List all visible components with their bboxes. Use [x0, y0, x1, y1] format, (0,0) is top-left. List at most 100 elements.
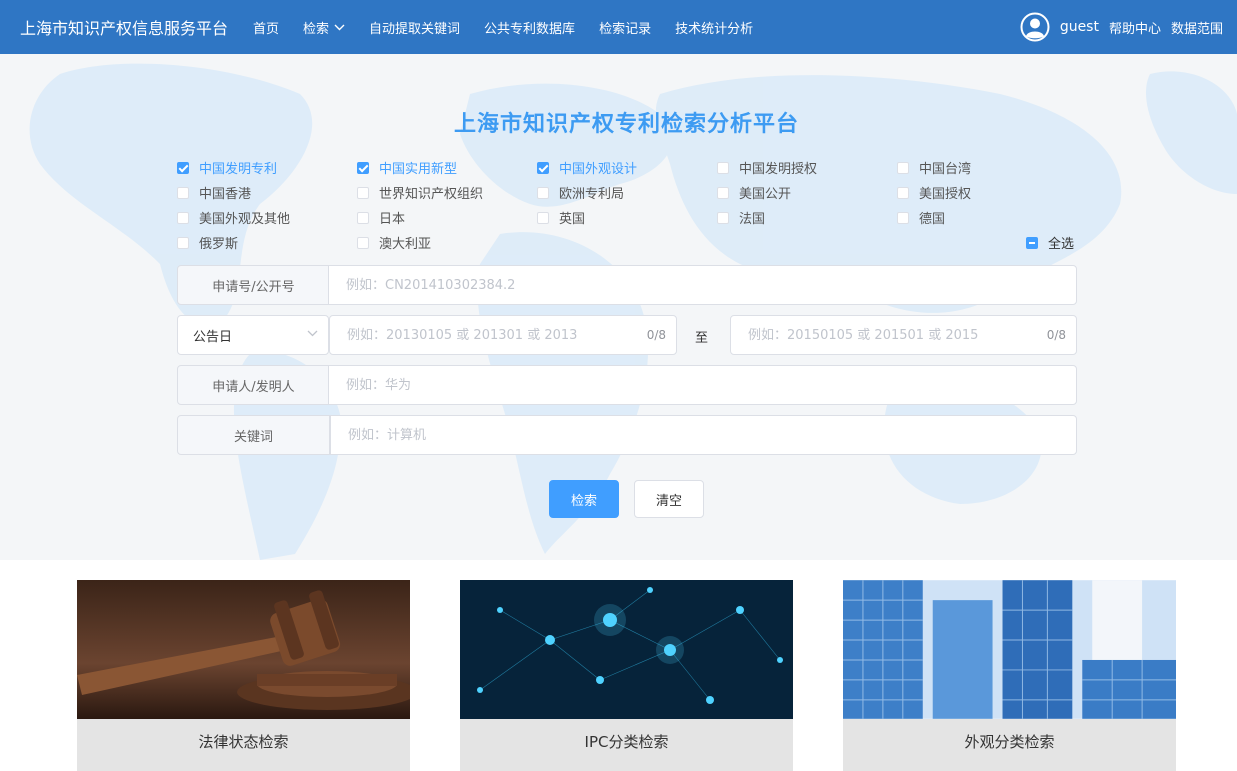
keyword-field[interactable] — [330, 415, 1077, 455]
checkbox-label: 澳大利亚 — [379, 237, 432, 252]
checkbox-box[interactable] — [1026, 236, 1038, 249]
checkbox-label: 德国 — [919, 212, 946, 227]
card-legal-status-search[interactable]: 法律状态检索 — [77, 580, 410, 771]
checkbox-us-publication[interactable]: 美国公开 — [717, 183, 791, 202]
checkbox-box[interactable] — [357, 211, 369, 224]
checkbox-label: 中国发明专利 — [199, 162, 278, 177]
nav-auto-keywords[interactable]: 自动提取关键词 — [369, 18, 460, 37]
checkbox-cn-invention-grant[interactable]: 中国发明授权 — [717, 158, 817, 177]
checkbox-label: 美国公开 — [739, 187, 792, 202]
chevron-down-icon — [334, 24, 345, 30]
checkbox-cn-design[interactable]: 中国外观设计 — [537, 158, 637, 177]
applicant-row: 申请人/发明人 — [177, 365, 1077, 405]
nav-tech-statistics[interactable]: 技术统计分析 — [675, 18, 753, 37]
network-image — [460, 580, 793, 719]
checkbox-label: 中国发明授权 — [739, 162, 818, 177]
checkbox-label: 中国实用新型 — [379, 162, 458, 177]
app-number-field[interactable] — [328, 265, 1077, 305]
main-nav: 首页 检索 自动提取关键词 公共专利数据库 检索记录 技术统计分析 — [253, 0, 777, 54]
top-navbar: 上海市知识产权信息服务平台 首页 检索 自动提取关键词 公共专利数据库 检索记录… — [0, 0, 1237, 54]
checkbox-label: 法国 — [739, 212, 766, 227]
checkbox-wipo[interactable]: 世界知识产权组织 — [357, 183, 483, 202]
brand-title[interactable]: 上海市知识产权信息服务平台 — [20, 15, 228, 39]
card-caption: 法律状态检索 — [77, 719, 410, 771]
checkbox-germany[interactable]: 德国 — [897, 208, 945, 227]
nav-tech-statistics-label: 技术统计分析 — [675, 21, 754, 37]
search-button[interactable]: 检索 — [549, 480, 619, 518]
select-all-label: 全选 — [1048, 237, 1075, 252]
applicant-field[interactable] — [328, 365, 1077, 405]
date-type-select[interactable]: 公告日 — [177, 315, 329, 355]
buildings-image — [843, 580, 1176, 719]
checkbox-box[interactable] — [537, 161, 549, 174]
chevron-down-icon — [307, 330, 318, 337]
checkbox-us-design-other[interactable]: 美国外观及其他 — [177, 208, 290, 227]
checkbox-epo[interactable]: 欧洲专利局 — [537, 183, 624, 202]
nav-home-label: 首页 — [253, 21, 280, 37]
checkbox-box[interactable] — [717, 211, 729, 224]
nav-public-patent-db[interactable]: 公共专利数据库 — [484, 18, 575, 37]
checkbox-cn-invention[interactable]: 中国发明专利 — [177, 158, 277, 177]
app-number-input[interactable] — [344, 276, 1076, 294]
nav-search[interactable]: 检索 — [303, 18, 345, 37]
checkbox-box[interactable] — [357, 161, 369, 174]
checkbox-box[interactable] — [357, 236, 369, 249]
data-scope-link[interactable]: 数据范围 — [1171, 18, 1223, 37]
checkbox-box[interactable] — [897, 186, 909, 199]
nav-auto-keywords-label: 自动提取关键词 — [369, 21, 461, 37]
checkbox-label: 美国外观及其他 — [199, 212, 291, 227]
checkbox-box[interactable] — [537, 211, 549, 224]
user-area: guest 帮助中心 数据范围 — [1020, 0, 1223, 54]
checkbox-box[interactable] — [177, 236, 189, 249]
checkbox-cn-utility[interactable]: 中国实用新型 — [357, 158, 457, 177]
checkbox-box[interactable] — [897, 211, 909, 224]
app-number-row: 申请号/公开号 — [177, 265, 1077, 305]
nav-public-patent-db-label: 公共专利数据库 — [484, 21, 576, 37]
applicant-label: 申请人/发明人 — [177, 365, 330, 405]
checkbox-cn-taiwan[interactable]: 中国台湾 — [897, 158, 971, 177]
date-type-value: 公告日 — [193, 329, 233, 345]
card-ipc-search[interactable]: IPC分类检索 — [460, 580, 793, 771]
checkbox-box[interactable] — [177, 186, 189, 199]
checkbox-australia[interactable]: 澳大利亚 — [357, 233, 431, 252]
date-to-field[interactable]: 0/8 — [730, 315, 1077, 355]
checkbox-us-grant[interactable]: 美国授权 — [897, 183, 971, 202]
checkbox-box[interactable] — [357, 186, 369, 199]
clear-button[interactable]: 清空 — [634, 480, 704, 518]
date-from-field[interactable]: 0/8 — [329, 315, 677, 355]
checkbox-france[interactable]: 法国 — [717, 208, 765, 227]
help-center-link[interactable]: 帮助中心 — [1109, 18, 1161, 37]
checkbox-label: 中国台湾 — [919, 162, 972, 177]
date-from-counter: 0/8 — [646, 328, 666, 342]
checkbox-box[interactable] — [717, 186, 729, 199]
applicant-input[interactable] — [344, 376, 1076, 394]
checkbox-select-all[interactable]: 全选 — [1026, 233, 1074, 252]
nav-home[interactable]: 首页 — [253, 18, 279, 37]
nav-search-history[interactable]: 检索记录 — [599, 18, 651, 37]
date-from-input[interactable] — [345, 326, 639, 344]
checkbox-uk[interactable]: 英国 — [537, 208, 585, 227]
checkbox-box[interactable] — [537, 186, 549, 199]
checkbox-label: 俄罗斯 — [199, 237, 239, 252]
username[interactable]: guest — [1060, 19, 1099, 35]
search-hero: 上海市知识产权专利检索分析平台 中国发明专利 中国实用新型 中国外观设计 中国发… — [0, 54, 1237, 560]
date-range-row: 公告日 0/8 至 0/8 — [177, 315, 1077, 355]
keyword-input[interactable] — [346, 426, 1076, 444]
keyword-row: 关键词 — [177, 415, 1077, 455]
checkbox-russia[interactable]: 俄罗斯 — [177, 233, 238, 252]
checkbox-label: 中国香港 — [199, 187, 252, 202]
checkbox-box[interactable] — [177, 211, 189, 224]
checkbox-box[interactable] — [897, 161, 909, 174]
checkbox-box[interactable] — [717, 161, 729, 174]
user-avatar-icon[interactable] — [1020, 12, 1050, 42]
checkbox-label: 欧洲专利局 — [559, 187, 625, 202]
platform-title: 上海市知识产权专利检索分析平台 — [453, 112, 799, 137]
checkbox-cn-hongkong[interactable]: 中国香港 — [177, 183, 251, 202]
checkbox-label: 中国外观设计 — [559, 162, 638, 177]
date-to-input[interactable] — [746, 326, 1040, 344]
checkbox-japan[interactable]: 日本 — [357, 208, 405, 227]
card-caption: 外观分类检索 — [843, 719, 1176, 771]
nav-search-label: 检索 — [303, 21, 330, 37]
card-design-classification-search[interactable]: 外观分类检索 — [843, 580, 1177, 771]
checkbox-box[interactable] — [177, 161, 189, 174]
